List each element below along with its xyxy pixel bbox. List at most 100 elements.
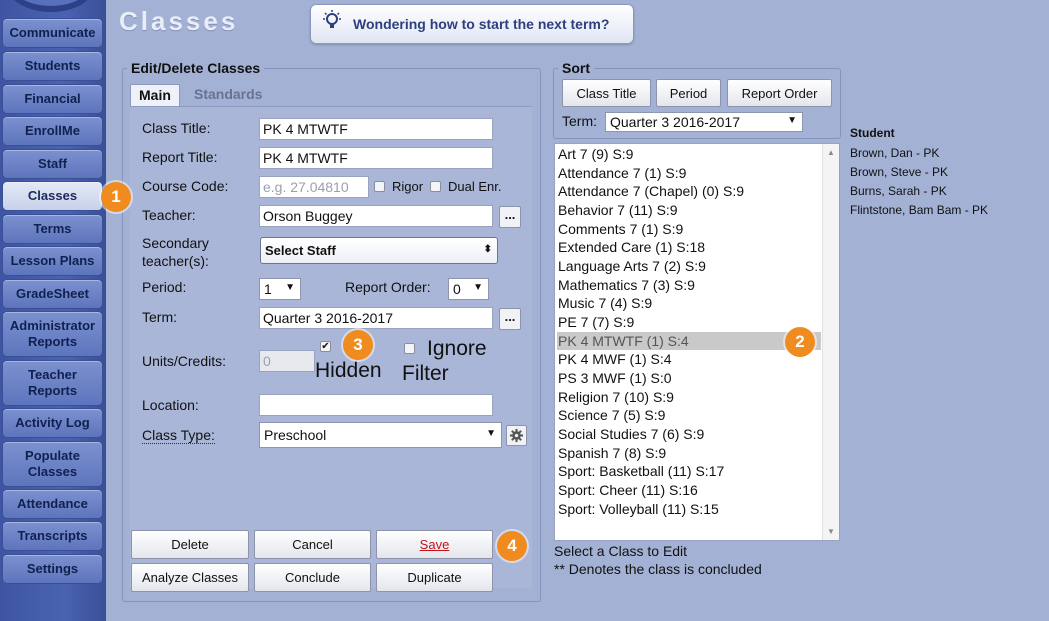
- rigor-checkbox[interactable]: [374, 181, 385, 192]
- list-item[interactable]: Art 7 (9) S:9: [557, 145, 821, 163]
- period-select[interactable]: 1 ▼: [259, 278, 301, 300]
- class-type-select[interactable]: Preschool ▼: [259, 422, 502, 448]
- sort-term-select[interactable]: Quarter 3 2016-2017 ▼: [605, 112, 803, 132]
- cancel-button[interactable]: Cancel: [254, 530, 371, 559]
- delete-button[interactable]: Delete: [131, 530, 249, 559]
- list-item[interactable]: Behavior 7 (11) S:9: [557, 201, 821, 219]
- list-item[interactable]: Attendance 7 (1) S:9: [557, 164, 821, 182]
- list-item[interactable]: Sport: Volleyball (11) S:15: [557, 500, 821, 518]
- term-picker-button[interactable]: ...: [499, 308, 521, 330]
- report-order-value: 0: [453, 281, 461, 297]
- ignore-filter-checkbox[interactable]: [404, 343, 415, 354]
- class-type-label: Class Type:: [142, 427, 215, 444]
- teacher-input[interactable]: Orson Buggey: [259, 205, 493, 227]
- nav-classes[interactable]: Classes: [2, 181, 103, 211]
- secondary-teacher-select[interactable]: Select Staff ⬍: [260, 237, 498, 264]
- teacher-label: Teacher:: [142, 207, 196, 223]
- dual-enr-checkbox[interactable]: [430, 181, 441, 192]
- hint-text: Wondering how to start the next term?: [353, 16, 610, 32]
- callout-badge-4: 4: [497, 531, 527, 561]
- nav-staff[interactable]: Staff: [2, 149, 103, 179]
- nav-transcripts[interactable]: Transcripts: [2, 521, 103, 551]
- class-type-settings-button[interactable]: [506, 425, 527, 446]
- period-value: 1: [264, 281, 272, 297]
- list-item[interactable]: Sport: Basketball (11) S:17: [557, 462, 821, 480]
- sort-report-order-button[interactable]: Report Order: [727, 79, 832, 107]
- list-item[interactable]: Science 7 (5) S:9: [557, 406, 821, 424]
- list-item[interactable]: PE 7 (7) S:9: [557, 313, 821, 331]
- units-credits-label: Units/Credits:: [142, 353, 227, 369]
- callout-badge-3: 3: [343, 330, 373, 360]
- nav-teacher-reports[interactable]: Teacher Reports: [2, 360, 103, 406]
- list-item[interactable]: Religion 7 (10) S:9: [557, 388, 821, 406]
- nav-attendance[interactable]: Attendance: [2, 489, 103, 519]
- tab-main[interactable]: Main: [130, 84, 180, 106]
- report-order-select[interactable]: 0 ▼: [448, 278, 489, 300]
- location-input[interactable]: [259, 394, 493, 416]
- analyze-classes-button[interactable]: Analyze Classes: [131, 563, 249, 592]
- conclude-button[interactable]: Conclude: [254, 563, 371, 592]
- nav-gradesheet[interactable]: GradeSheet: [2, 279, 103, 309]
- list-item[interactable]: Social Studies 7 (6) S:9: [557, 425, 821, 443]
- list-item[interactable]: Mathematics 7 (3) S:9: [557, 276, 821, 294]
- scroll-up-icon[interactable]: ▲: [827, 148, 835, 157]
- list-item[interactable]: PK 4 MWF (1) S:4: [557, 350, 821, 368]
- list-item[interactable]: Comments 7 (1) S:9: [557, 220, 821, 238]
- callout-badge-2: 2: [785, 327, 815, 357]
- nav-students[interactable]: Students: [2, 51, 103, 81]
- sort-term-value: Quarter 3 2016-2017: [610, 114, 740, 130]
- nav-communicate[interactable]: Communicate: [2, 18, 103, 48]
- secondary-teacher-label-2: teacher(s):: [142, 253, 209, 269]
- class-title-input[interactable]: PK 4 MTWTF: [259, 118, 493, 140]
- secondary-teacher-value: Select Staff: [265, 243, 336, 258]
- edit-panel-legend: Edit/Delete Classes: [131, 60, 261, 76]
- list-item[interactable]: Music 7 (4) S:9: [557, 294, 821, 312]
- term-label: Term:: [142, 309, 177, 325]
- course-code-label: Course Code:: [142, 178, 229, 194]
- report-order-label: Report Order:: [345, 279, 431, 295]
- class-list-scrollbar[interactable]: ▲ ▼: [822, 144, 839, 540]
- rigor-label: Rigor: [392, 179, 424, 194]
- list-item[interactable]: Spanish 7 (8) S:9: [557, 444, 821, 462]
- class-title-label: Class Title:: [142, 120, 211, 136]
- list-item[interactable]: PS 3 MWF (1) S:0: [557, 369, 821, 387]
- chevron-down-icon: ▼: [486, 428, 496, 439]
- report-title-input[interactable]: PK 4 MTWTF: [259, 147, 493, 169]
- chevron-down-icon: ▼: [787, 115, 797, 126]
- next-term-hint-button[interactable]: Wondering how to start the next term?: [310, 4, 634, 44]
- list-item-selected[interactable]: PK 4 MTWTF (1) S:4: [557, 332, 821, 350]
- sort-class-title-button[interactable]: Class Title: [562, 79, 651, 107]
- dual-enr-label: Dual Enr.: [448, 179, 502, 194]
- duplicate-button[interactable]: Duplicate: [376, 563, 493, 592]
- scroll-down-icon[interactable]: ▼: [827, 527, 835, 536]
- gear-icon: [509, 428, 524, 446]
- list-item[interactable]: Extended Care (1) S:18: [557, 238, 821, 256]
- nav-populate-classes[interactable]: Populate Classes: [2, 441, 103, 487]
- period-label: Period:: [142, 279, 187, 295]
- nav-administrator-reports[interactable]: Administrator Reports: [2, 311, 103, 357]
- nav-enrollme[interactable]: EnrollMe: [2, 116, 103, 146]
- tab-divider: [130, 106, 532, 107]
- units-credits-input[interactable]: 0: [259, 350, 315, 372]
- concluded-note: ** Denotes the class is concluded: [554, 561, 762, 577]
- term-input[interactable]: Quarter 3 2016-2017: [259, 307, 493, 329]
- lightbulb-icon: [321, 10, 343, 38]
- teacher-picker-button[interactable]: ...: [499, 206, 521, 228]
- save-button[interactable]: Save: [376, 530, 493, 559]
- nav-terms[interactable]: Terms: [2, 214, 103, 244]
- list-item[interactable]: Language Arts 7 (2) S:9: [557, 257, 821, 275]
- course-code-input[interactable]: e.g. 27.04810: [259, 176, 369, 198]
- nav-activity-log[interactable]: Activity Log: [2, 408, 103, 438]
- nav-financial[interactable]: Financial: [2, 84, 103, 114]
- secondary-teacher-label-1: Secondary: [142, 235, 209, 251]
- sort-panel-legend: Sort: [562, 60, 590, 76]
- sort-period-button[interactable]: Period: [656, 79, 721, 107]
- select-class-note: Select a Class to Edit: [554, 543, 688, 559]
- list-item[interactable]: Sport: Cheer (11) S:16: [557, 481, 821, 499]
- hidden-checkbox[interactable]: ✔: [320, 341, 331, 352]
- nav-lesson-plans[interactable]: Lesson Plans: [2, 246, 103, 276]
- student-item: Brown, Dan - PK: [850, 146, 940, 160]
- nav-settings[interactable]: Settings: [2, 554, 103, 584]
- list-item[interactable]: Attendance 7 (Chapel) (0) S:9: [557, 182, 821, 200]
- tab-standards[interactable]: Standards: [186, 84, 270, 106]
